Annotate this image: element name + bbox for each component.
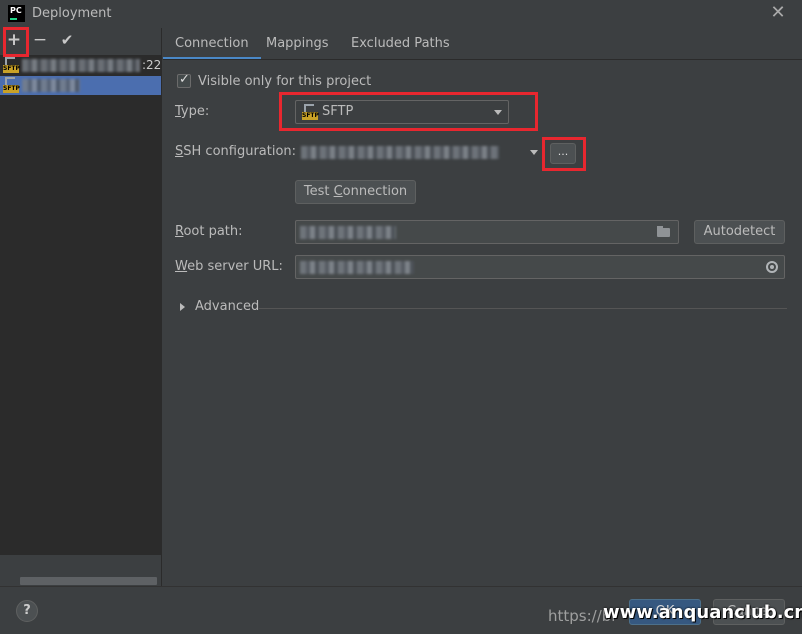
root-path-label: Root path:: [175, 224, 243, 239]
web-server-url-input[interactable]: [295, 255, 785, 279]
window-title: Deployment: [32, 6, 112, 21]
ssh-configuration-dropdown[interactable]: [295, 140, 544, 164]
watermark-site: www.anquanclub.cn: [603, 602, 802, 623]
tab-bar: Connection Mappings Excluded Paths: [163, 28, 802, 60]
type-label: Type:: [175, 104, 210, 119]
sftp-icon: SFTP: [302, 104, 319, 120]
sftp-icon: SFTP: [3, 57, 20, 73]
type-value: SFTP: [322, 104, 354, 119]
globe-icon[interactable]: [766, 261, 778, 273]
ssh-configuration-label: SSH configuration:: [175, 144, 297, 159]
server-item-1[interactable]: SFTP: [0, 76, 161, 95]
redacted-root-path: [300, 226, 396, 239]
folder-icon[interactable]: [657, 226, 670, 237]
help-button[interactable]: ?: [16, 600, 38, 622]
redacted-web-url: [300, 261, 414, 274]
ssh-configuration-browse-button[interactable]: ...: [550, 143, 576, 164]
redacted-ssh-config: [301, 146, 499, 159]
server-list-panel: + − ✔ SFTP :22 SFTP: [0, 28, 162, 586]
tab-divider: [163, 59, 802, 60]
title-bar: PC Deployment ✕: [0, 0, 802, 28]
test-connection-button[interactable]: Test Connection: [295, 180, 416, 204]
horizontal-scrollbar[interactable]: [20, 577, 157, 585]
dialog-footer: ? OK Cancel https://bl www.anquanclub.cn: [0, 586, 802, 634]
server-list-toolbar: + − ✔: [0, 28, 162, 54]
set-default-server-button[interactable]: ✔: [57, 29, 77, 51]
tab-mappings[interactable]: Mappings: [266, 34, 329, 60]
sftp-badge-label: SFTP: [3, 65, 20, 73]
root-path-input[interactable]: [295, 220, 679, 244]
tab-excluded-paths[interactable]: Excluded Paths: [351, 34, 450, 60]
server-list[interactable]: SFTP :22 SFTP: [0, 55, 162, 555]
visible-only-label: Visible only for this project: [198, 74, 372, 89]
sftp-badge-label: SFTP: [302, 112, 319, 120]
pycharm-app-icon: PC: [8, 5, 25, 22]
server-port-suffix: :22: [142, 58, 162, 72]
chevron-right-icon: [180, 303, 185, 311]
advanced-separator: [259, 308, 787, 309]
advanced-label: Advanced: [195, 299, 260, 314]
close-icon[interactable]: ✕: [770, 4, 786, 22]
autodetect-button[interactable]: Autodetect: [694, 220, 785, 244]
tab-connection[interactable]: Connection: [163, 34, 261, 60]
advanced-section-toggle[interactable]: Advanced: [177, 299, 787, 317]
type-dropdown[interactable]: SFTP SFTP: [295, 100, 509, 124]
chevron-down-icon: [530, 150, 538, 155]
redacted-server-name: [22, 59, 140, 72]
app-icon-text: PC: [10, 6, 22, 15]
sftp-icon: SFTP: [3, 77, 20, 93]
add-server-button[interactable]: +: [4, 29, 24, 51]
visible-only-checkbox[interactable]: [177, 72, 191, 88]
server-item-0[interactable]: SFTP :22: [0, 56, 161, 75]
remove-server-button[interactable]: −: [30, 29, 50, 51]
sftp-badge-label: SFTP: [3, 85, 20, 93]
web-server-url-label: Web server URL:: [175, 259, 283, 274]
redacted-server-name: [22, 79, 80, 92]
chevron-down-icon: [494, 110, 502, 115]
